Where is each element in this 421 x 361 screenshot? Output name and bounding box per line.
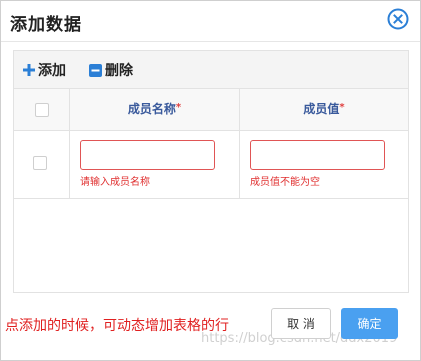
add-data-dialog: 添加数据 添加 删除 成员名称* 成员值* 请输入成员名称 成员值不能为空 点添… xyxy=(0,0,421,361)
confirm-button[interactable]: 确定 xyxy=(341,308,398,339)
close-icon[interactable] xyxy=(387,8,409,30)
column-divider xyxy=(239,131,240,198)
dialog-header: 添加数据 xyxy=(1,1,420,42)
column-header-member-name-label: 成员名称 xyxy=(127,102,176,116)
column-header-member-name: 成员名称* xyxy=(70,89,239,130)
plus-icon xyxy=(23,64,35,76)
column-header-member-value-label: 成员值 xyxy=(303,102,340,116)
required-mark: * xyxy=(339,102,345,113)
select-all-checkbox[interactable] xyxy=(35,103,49,117)
member-name-error: 请输入成员名称 xyxy=(80,177,150,188)
column-divider xyxy=(69,131,70,198)
add-row-label: 添加 xyxy=(38,63,66,79)
annotation-note: 点添加的时候，可动态增加表格的行 xyxy=(5,318,229,334)
member-name-input[interactable] xyxy=(80,140,215,170)
member-value-input[interactable] xyxy=(250,140,385,170)
dialog-title: 添加数据 xyxy=(10,15,82,35)
minus-square-icon xyxy=(89,63,102,77)
delete-row-label: 删除 xyxy=(105,63,133,79)
column-header-member-value: 成员值* xyxy=(240,89,408,130)
add-row-button[interactable]: 添加 xyxy=(23,60,66,80)
delete-row-button[interactable]: 删除 xyxy=(89,60,133,80)
table-header: 成员名称* 成员值* xyxy=(14,89,408,131)
cancel-button[interactable]: 取 消 xyxy=(271,308,331,339)
table-toolbar: 添加 删除 xyxy=(14,51,408,89)
members-panel: 添加 删除 成员名称* 成员值* 请输入成员名称 成员值不能为空 xyxy=(13,50,409,293)
table-row: 请输入成员名称 成员值不能为空 xyxy=(14,131,408,199)
row-checkbox[interactable] xyxy=(33,156,47,170)
member-value-error: 成员值不能为空 xyxy=(250,177,320,188)
required-mark: * xyxy=(175,102,182,113)
